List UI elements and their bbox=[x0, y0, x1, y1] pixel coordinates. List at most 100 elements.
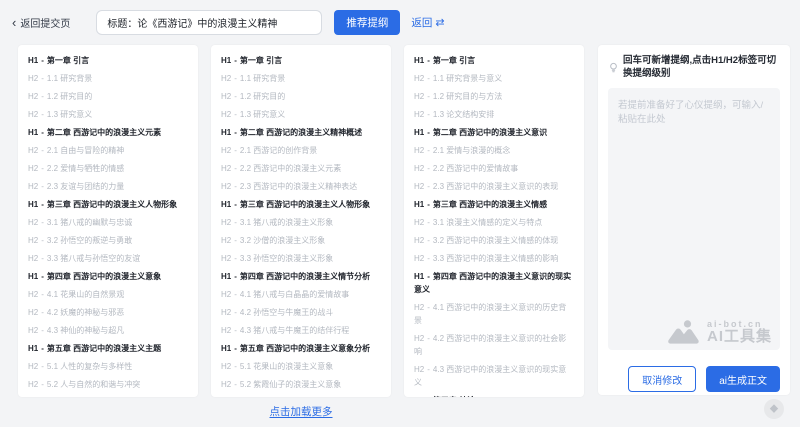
outline-item[interactable]: H2-1.2 研究目的与方法 bbox=[414, 90, 574, 103]
floating-widget-button[interactable]: ◆ bbox=[764, 399, 784, 419]
outline-item[interactable]: H1-第一章 引言 bbox=[28, 54, 188, 67]
level-tag[interactable]: H2 bbox=[28, 146, 38, 155]
generate-body-button[interactable]: ai生成正文 bbox=[706, 366, 780, 392]
level-tag[interactable]: H2 bbox=[414, 110, 424, 119]
outline-item[interactable]: H2-3.1 浪漫主义情感的定义与特点 bbox=[414, 216, 574, 229]
level-tag[interactable]: H2 bbox=[221, 308, 231, 317]
outline-item[interactable]: H2-4.2 西游记中的浪漫主义意识的社会影响 bbox=[414, 332, 574, 358]
level-tag[interactable]: H1 bbox=[28, 272, 38, 281]
outline-item[interactable]: H2-3.3 猪八戒与孙悟空的友谊 bbox=[28, 252, 188, 265]
level-tag[interactable]: H1 bbox=[221, 128, 231, 137]
level-tag[interactable]: H2 bbox=[221, 254, 231, 263]
level-tag[interactable]: H1 bbox=[221, 344, 231, 353]
level-tag[interactable]: H2 bbox=[28, 326, 38, 335]
outline-item[interactable]: H2-1.1 研究背景 bbox=[28, 72, 188, 85]
level-tag[interactable]: H2 bbox=[221, 326, 231, 335]
level-tag[interactable]: H2 bbox=[28, 182, 38, 191]
outline-item[interactable]: H1-第五章 西游记中的浪漫主义主题 bbox=[28, 342, 188, 355]
level-tag[interactable]: H2 bbox=[28, 164, 38, 173]
outline-item[interactable]: H2-3.1 猪八戒的浪漫主义形象 bbox=[221, 216, 381, 229]
outline-item[interactable]: H2-1.3 论文结构安排 bbox=[414, 108, 574, 121]
level-tag[interactable]: H2 bbox=[28, 218, 38, 227]
outline-item[interactable]: H2-2.2 爱情与牺牲的情感 bbox=[28, 162, 188, 175]
outline-item[interactable]: H2-4.3 猪八戒与牛魔王的结伴行程 bbox=[221, 324, 381, 337]
load-more-link[interactable]: 点击加载更多 bbox=[270, 406, 333, 418]
level-tag[interactable]: H2 bbox=[28, 74, 38, 83]
level-tag[interactable]: H2 bbox=[221, 146, 231, 155]
outline-item[interactable]: H1-第一章 引言 bbox=[221, 54, 381, 67]
level-tag[interactable]: H2 bbox=[414, 254, 424, 263]
level-tag[interactable]: H2 bbox=[221, 290, 231, 299]
outline-item[interactable]: H2-3.1 猪八戒的幽默与忠诚 bbox=[28, 216, 188, 229]
outline-item[interactable]: H2-3.2 沙僧的浪漫主义形象 bbox=[221, 234, 381, 247]
outline-item[interactable]: H2-2.1 爱情与浪漫的概念 bbox=[414, 144, 574, 157]
outline-item[interactable]: H2-4.1 猪八戒与白晶晶的爱情故事 bbox=[221, 288, 381, 301]
recommend-outline-button[interactable]: 推荐提纲 bbox=[334, 10, 400, 35]
outline-item[interactable]: H2-1.1 研究背景与意义 bbox=[414, 72, 574, 85]
outline-textarea[interactable] bbox=[608, 88, 780, 350]
level-tag[interactable]: H2 bbox=[221, 182, 231, 191]
level-tag[interactable]: H2 bbox=[414, 365, 424, 374]
level-tag[interactable]: H2 bbox=[221, 110, 231, 119]
level-tag[interactable]: H2 bbox=[28, 290, 38, 299]
return-link[interactable]: 返回 ⇄ bbox=[411, 15, 444, 30]
outline-item[interactable]: H2-2.3 西游记中的浪漫主义精神表达 bbox=[221, 180, 381, 193]
level-tag[interactable]: H1 bbox=[28, 128, 38, 137]
outline-item[interactable]: H2-2.1 西游记的创作背景 bbox=[221, 144, 381, 157]
level-tag[interactable]: H2 bbox=[28, 110, 38, 119]
level-tag[interactable]: H2 bbox=[28, 380, 38, 389]
outline-item[interactable]: H2-4.1 西游记中的浪漫主义意识的历史背景 bbox=[414, 301, 574, 327]
outline-item[interactable]: H2-3.3 西游记中的浪漫主义情感的影响 bbox=[414, 252, 574, 265]
level-tag[interactable]: H2 bbox=[221, 74, 231, 83]
outline-item[interactable]: H1-第三章 西游记中的浪漫主义人物形象 bbox=[28, 198, 188, 211]
outline-item[interactable]: H2-5.2 人与自然的和谐与冲突 bbox=[28, 378, 188, 391]
outline-item[interactable]: H2-2.2 西游记中的爱情故事 bbox=[414, 162, 574, 175]
outline-item[interactable]: H1-第五章 西游记中的浪漫主义意象分析 bbox=[221, 342, 381, 355]
level-tag[interactable]: H1 bbox=[414, 272, 424, 281]
level-tag[interactable]: H1 bbox=[221, 200, 231, 209]
level-tag[interactable]: H2 bbox=[414, 74, 424, 83]
cancel-edit-button[interactable]: 取消修改 bbox=[628, 366, 696, 392]
outline-item[interactable]: H2-1.2 研究目的 bbox=[28, 90, 188, 103]
outline-item[interactable]: H2-5.1 花果山的浪漫主义意象 bbox=[221, 360, 381, 373]
level-tag[interactable]: H2 bbox=[221, 218, 231, 227]
level-tag[interactable]: H1 bbox=[221, 272, 231, 281]
level-tag[interactable]: H2 bbox=[221, 380, 231, 389]
outline-item[interactable]: H2-2.3 西游记中的浪漫主义意识的表现 bbox=[414, 180, 574, 193]
level-tag[interactable]: H2 bbox=[28, 362, 38, 371]
outline-item[interactable]: H2-4.2 妖魔的神秘与邪恶 bbox=[28, 306, 188, 319]
back-to-submit-link[interactable]: ‹ 返回提交页 bbox=[12, 15, 70, 30]
outline-item[interactable]: H2-3.3 孙悟空的浪漫主义形象 bbox=[221, 252, 381, 265]
level-tag[interactable]: H2 bbox=[414, 303, 424, 312]
level-tag[interactable]: H2 bbox=[28, 92, 38, 101]
outline-item[interactable]: H2-4.2 孙悟空与牛魔王的战斗 bbox=[221, 306, 381, 319]
outline-item[interactable]: H1-第二章 西游记中的浪漫主义元素 bbox=[28, 126, 188, 139]
level-tag[interactable]: H2 bbox=[221, 92, 231, 101]
outline-item[interactable]: H2-1.2 研究目的 bbox=[221, 90, 381, 103]
level-tag[interactable]: H1 bbox=[414, 396, 424, 397]
outline-item[interactable]: H1-第四章 西游记中的浪漫主义意象 bbox=[28, 270, 188, 283]
level-tag[interactable]: H1 bbox=[28, 344, 38, 353]
outline-item[interactable]: H1-第五章 结论 bbox=[414, 394, 574, 397]
level-tag[interactable]: H1 bbox=[414, 200, 424, 209]
level-tag[interactable]: H1 bbox=[28, 56, 38, 65]
outline-item[interactable]: H1-第二章 西游记的浪漫主义精神概述 bbox=[221, 126, 381, 139]
outline-item[interactable]: H2-2.1 自由与冒险的精神 bbox=[28, 144, 188, 157]
outline-item[interactable]: H2-4.3 西游记中的浪漫主义意识的现实意义 bbox=[414, 363, 574, 389]
outline-item[interactable]: H1-第三章 西游记中的浪漫主义情感 bbox=[414, 198, 574, 211]
outline-item[interactable]: H2-2.3 友谊与团结的力量 bbox=[28, 180, 188, 193]
level-tag[interactable]: H2 bbox=[414, 164, 424, 173]
outline-item[interactable]: H1-第二章 西游记中的浪漫主义意识 bbox=[414, 126, 574, 139]
outline-item[interactable]: H2-4.1 花果山的自然景观 bbox=[28, 288, 188, 301]
level-tag[interactable]: H2 bbox=[414, 236, 424, 245]
level-tag[interactable]: H2 bbox=[414, 92, 424, 101]
level-tag[interactable]: H2 bbox=[414, 182, 424, 191]
outline-item[interactable]: H1-第三章 西游记中的浪漫主义人物形象 bbox=[221, 198, 381, 211]
outline-item[interactable]: H2-5.1 人性的复杂与多样性 bbox=[28, 360, 188, 373]
outline-item[interactable]: H1-第四章 西游记中的浪漫主义情节分析 bbox=[221, 270, 381, 283]
outline-item[interactable]: H1-第一章 引言 bbox=[414, 54, 574, 67]
outline-item[interactable]: H2-5.2 紫霞仙子的浪漫主义意象 bbox=[221, 378, 381, 391]
outline-item[interactable]: H2-1.3 研究意义 bbox=[221, 108, 381, 121]
level-tag[interactable]: H1 bbox=[414, 56, 424, 65]
level-tag[interactable]: H1 bbox=[221, 56, 231, 65]
